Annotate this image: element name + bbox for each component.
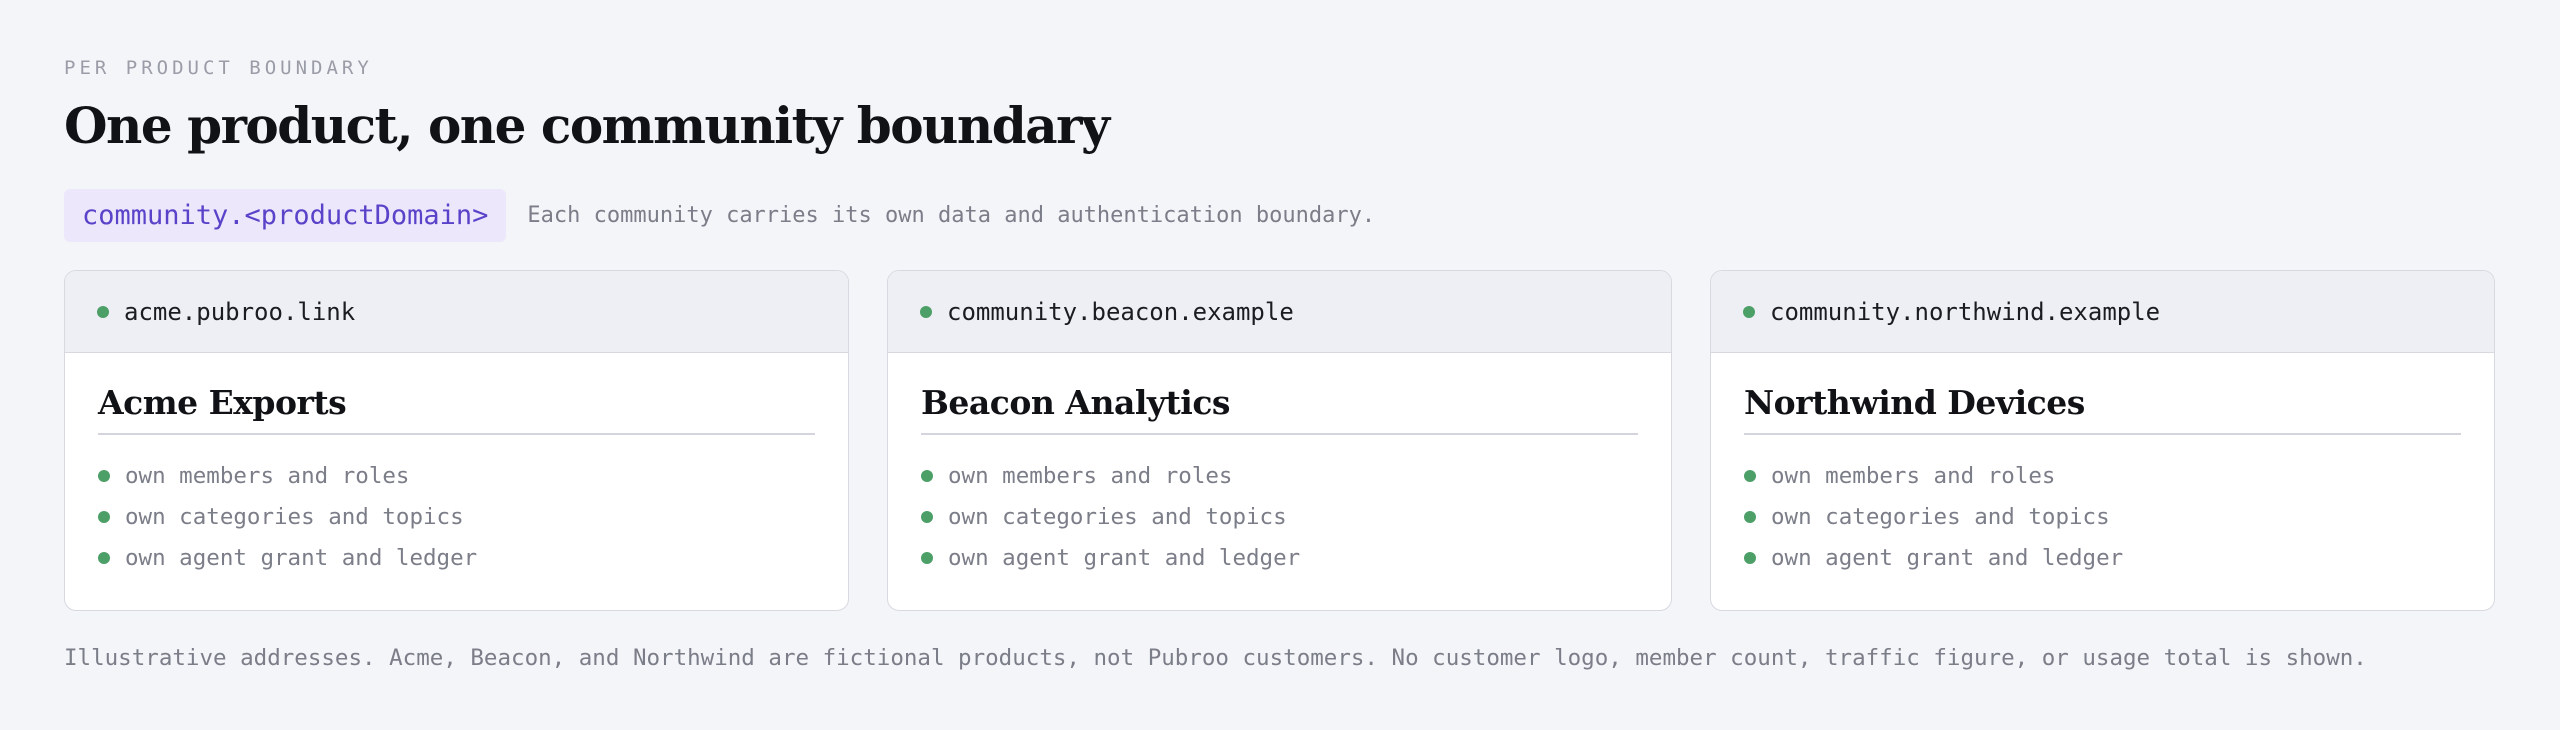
green-bullet-icon [921,470,933,482]
community-card-acme: acme.pubroo.link Acme Exports own member… [64,270,849,611]
community-card-northwind: community.northwind.example Northwind De… [1710,270,2495,611]
list-item: own categories and topics [921,497,1638,538]
feature-label: own categories and topics [125,504,464,530]
eyebrow-label: PER PRODUCT BOUNDARY [64,57,373,79]
community-cards: acme.pubroo.link Acme Exports own member… [64,270,2495,611]
domain-pattern-code: community.<productDomain> [64,189,507,242]
green-bullet-icon [921,552,933,564]
card-header: community.northwind.example [1711,271,2494,353]
divider [98,433,815,435]
list-item: own members and roles [921,456,1638,497]
green-bullet-icon [98,552,110,564]
community-domain: acme.pubroo.link [124,297,356,326]
feature-label: own agent grant and ledger [948,545,1301,571]
feature-label: own members and roles [948,463,1233,489]
product-name: Acme Exports [98,383,347,422]
pattern-description: Each community carries its own data and … [527,203,1376,228]
card-header: community.beacon.example [888,271,1671,353]
list-item: own members and roles [98,456,815,497]
feature-label: own agent grant and ledger [1771,545,2124,571]
green-dot-icon [920,305,932,318]
feature-label: own members and roles [1771,463,2056,489]
feature-label: own agent grant and ledger [125,545,478,571]
card-body: Beacon Analytics own members and roles o… [888,353,1671,579]
green-bullet-icon [1744,470,1756,482]
card-body: Northwind Devices own members and roles … [1711,353,2494,579]
list-item: own agent grant and ledger [1744,538,2461,579]
green-dot-icon [97,305,109,318]
list-item: own categories and topics [1744,497,2461,538]
list-item: own agent grant and ledger [921,538,1638,579]
green-bullet-icon [1744,511,1756,523]
list-item: own categories and topics [98,497,815,538]
green-bullet-icon [98,470,110,482]
feature-label: own members and roles [125,463,410,489]
card-body: Acme Exports own members and roles own c… [65,353,848,579]
green-dot-icon [1743,305,1755,318]
community-card-beacon: community.beacon.example Beacon Analytic… [887,270,1672,611]
divider [921,433,1638,435]
divider [1744,433,2461,435]
pattern-row: community.<productDomain> Each community… [64,189,1375,242]
community-domain: community.northwind.example [1770,297,2161,326]
green-bullet-icon [921,511,933,523]
product-name: Northwind Devices [1744,383,2085,422]
list-item: own members and roles [1744,456,2461,497]
card-header: acme.pubroo.link [65,271,848,353]
feature-label: own categories and topics [1771,504,2110,530]
page-title: One product, one community boundary [64,96,1110,155]
list-item: own agent grant and ledger [98,538,815,579]
community-domain: community.beacon.example [947,297,1294,326]
footnote: Illustrative addresses. Acme, Beacon, an… [64,645,2367,671]
green-bullet-icon [1744,552,1756,564]
green-bullet-icon [98,511,110,523]
product-name: Beacon Analytics [921,383,1231,422]
feature-label: own categories and topics [948,504,1287,530]
